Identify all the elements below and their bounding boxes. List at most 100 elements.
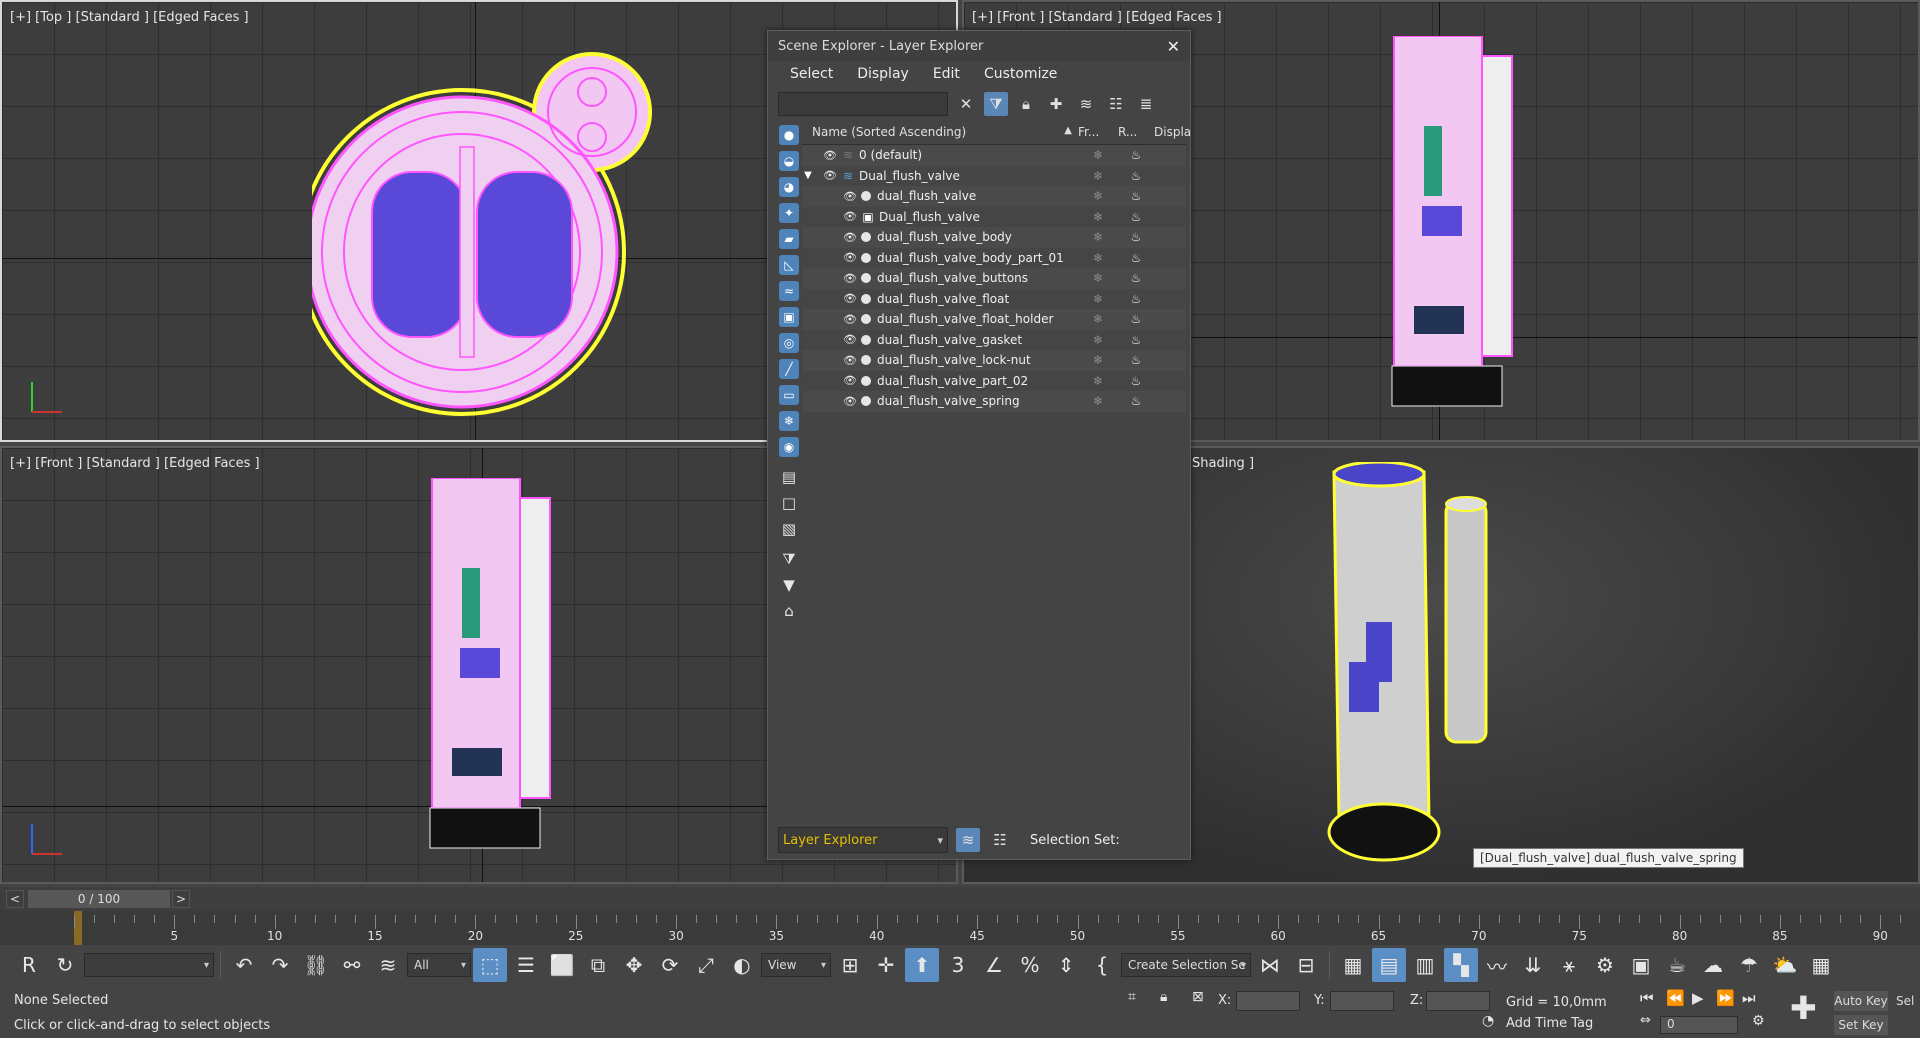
reference-coord-dropdown[interactable]: View xyxy=(761,953,831,977)
go-to-end-icon[interactable]: ⏭ xyxy=(1742,989,1756,1007)
model-front-view[interactable] xyxy=(422,478,562,858)
time-slider[interactable]: < 0 / 100 > xyxy=(0,887,1920,911)
layer-manager-icon[interactable]: ⌂ xyxy=(776,599,802,623)
render-production-icon[interactable]: ☕ xyxy=(1660,948,1694,982)
spinner-snap-icon[interactable]: ⇕ xyxy=(1049,948,1083,982)
visibility-eye-icon[interactable]: 👁︎ xyxy=(842,313,858,326)
viewport-label-top[interactable]: [+] [Top ] [Standard ] [Edged Faces ] xyxy=(10,10,249,25)
render-teapot-icon[interactable]: ♨ xyxy=(1118,292,1154,306)
visibility-eye-icon[interactable]: 👁︎ xyxy=(842,251,858,264)
frozen-icon[interactable]: ❄ xyxy=(1078,333,1118,347)
frozen-icon[interactable]: ❄ xyxy=(1078,230,1118,244)
column-render[interactable]: R... xyxy=(1118,125,1154,139)
table-row[interactable]: 👁︎ dual_flush_valve_part_02 ❄ ♨ xyxy=(802,370,1186,391)
bind-spacewarp-icon[interactable]: ≋ xyxy=(371,948,405,982)
set-key-plus-icon[interactable]: ✚ xyxy=(1790,989,1817,1027)
cameras-filter-icon[interactable]: ▰ xyxy=(776,227,802,251)
visibility-eye-icon[interactable]: 👁︎ xyxy=(842,354,858,367)
shapes-filter-icon[interactable]: ◕ xyxy=(776,175,802,199)
render-teapot-icon[interactable]: ♨ xyxy=(1118,169,1154,183)
render-activeshade-icon[interactable]: ☂ xyxy=(1732,948,1766,982)
viewport-label-perspective[interactable]: Shading ] xyxy=(1192,456,1254,471)
clear-search-icon[interactable]: ✕ xyxy=(954,92,978,116)
curve-editor-icon[interactable]: ▚ xyxy=(1444,948,1478,982)
funnel-icon[interactable]: ▼ xyxy=(776,573,802,597)
time-configuration-icon[interactable]: ⚙ xyxy=(1752,1013,1765,1029)
visibility-eye-icon[interactable]: 👁︎ xyxy=(842,374,858,387)
frozen-icon[interactable]: ❄ xyxy=(1078,394,1118,408)
visibility-eye-icon[interactable]: 👁︎ xyxy=(842,395,858,408)
table-row[interactable]: 👁︎ dual_flush_valve_gasket ❄ ♨ xyxy=(802,329,1186,350)
frozen-icon[interactable]: ❄ xyxy=(1078,312,1118,326)
table-row[interactable]: 👁︎ ≋ 0 (default) ❄ ♨ xyxy=(802,145,1186,166)
go-to-start-icon[interactable]: ⏮ xyxy=(1640,989,1654,1007)
column-name[interactable]: Name (Sorted Ascending) ▲ xyxy=(802,125,1078,139)
current-frame-marker[interactable] xyxy=(74,911,82,945)
grid-panel-icon[interactable]: ▦ xyxy=(1804,948,1838,982)
bones-filter-icon[interactable]: ╱ xyxy=(776,357,802,381)
render-setup-icon[interactable]: ⚹ xyxy=(1552,948,1586,982)
menu-display[interactable]: Display xyxy=(857,66,909,82)
xrefs-filter-icon[interactable]: ◎ xyxy=(776,331,802,355)
render-teapot-icon[interactable]: ♨ xyxy=(1118,333,1154,347)
current-frame-spinner[interactable]: 0 xyxy=(1660,1016,1738,1034)
table-row[interactable]: 👁︎ dual_flush_valve_spring ❄ ♨ xyxy=(802,391,1186,412)
pivot-center-icon[interactable]: ⊞ xyxy=(833,948,867,982)
toggle-ribbon-icon[interactable]: ▥ xyxy=(1408,948,1442,982)
render-teapot-icon[interactable]: ♨ xyxy=(1118,374,1154,388)
scale-icon[interactable]: ⤢ xyxy=(689,948,723,982)
layers-icon[interactable]: ≋ xyxy=(1074,92,1098,116)
time-prev-button[interactable]: < xyxy=(6,890,24,908)
previous-frame-icon[interactable]: ⏪ xyxy=(1666,989,1685,1007)
add-time-tag[interactable]: Add Time Tag xyxy=(1506,1016,1593,1031)
redo-icon[interactable]: ↷ xyxy=(263,948,297,982)
material-editor-icon[interactable]: ⇊ xyxy=(1516,948,1550,982)
angle-snap-icon[interactable]: ∠ xyxy=(977,948,1011,982)
mirror-icon[interactable]: ⋈ xyxy=(1253,948,1287,982)
auto-key-button[interactable]: Auto Key xyxy=(1834,991,1888,1011)
model-perspective-view[interactable] xyxy=(1324,462,1524,882)
visibility-eye-icon[interactable]: 👁︎ xyxy=(842,210,858,223)
time-slider-thumb[interactable]: 0 / 100 xyxy=(28,890,170,908)
render-teapot-icon[interactable]: ♨ xyxy=(1118,394,1154,408)
filter-toggle-icon[interactable]: ⧩ xyxy=(776,547,802,571)
render-teapot-icon[interactable]: ♨ xyxy=(1118,353,1154,367)
close-icon[interactable]: ✕ xyxy=(1167,37,1180,56)
select-by-name-list-icon[interactable]: ☰ xyxy=(509,948,543,982)
select-none-icon[interactable]: □ xyxy=(776,491,802,515)
layer-stack-icon[interactable]: ≣ xyxy=(1134,92,1158,116)
visibility-eye-icon[interactable]: 👁︎ xyxy=(842,333,858,346)
hidden-filter-icon[interactable]: ◉ xyxy=(776,435,802,459)
table-row[interactable]: 👁︎ dual_flush_valve_body ❄ ♨ xyxy=(802,227,1186,248)
visibility-eye-icon[interactable]: 👁︎ xyxy=(842,231,858,244)
menu-customize[interactable]: Customize xyxy=(984,66,1058,82)
containers-filter-icon[interactable]: ▭ xyxy=(776,383,802,407)
frozen-filter-icon[interactable]: ❄ xyxy=(776,409,802,433)
selection-filter-dropdown[interactable]: All xyxy=(407,953,471,977)
select-object-icon[interactable]: ⬚ xyxy=(473,948,507,982)
invert-selection-icon[interactable]: ▧ xyxy=(776,517,802,541)
frozen-icon[interactable]: ❄ xyxy=(1078,271,1118,285)
keyboard-shortcut-override-icon[interactable]: ⬆ xyxy=(905,948,939,982)
z-coordinate-field[interactable] xyxy=(1426,991,1490,1011)
table-row[interactable]: 👁︎ dual_flush_valve_float_holder ❄ ♨ xyxy=(802,309,1186,330)
toggle-layer-explorer-icon[interactable]: ▤ xyxy=(1372,948,1406,982)
frozen-icon[interactable]: ❄ xyxy=(1078,169,1118,183)
track-bar[interactable]: 5 10 15 20 25 30 35 40 45 50 55 60 65 70 75 80 85 90 xyxy=(0,911,1920,945)
viewport-label-front[interactable]: [+] [Front ] [Standard ] [Edged Faces ] xyxy=(10,456,260,471)
align-icon[interactable]: ⊟ xyxy=(1289,948,1323,982)
column-display[interactable]: Displa xyxy=(1154,125,1191,139)
set-key-button[interactable]: Set Key xyxy=(1834,1015,1888,1035)
scene-explorer-titlebar[interactable]: Scene Explorer - Layer Explorer ✕ xyxy=(768,31,1190,61)
render-teapot-icon[interactable]: ♨ xyxy=(1118,271,1154,285)
rendered-frame-window-icon[interactable]: ▣ xyxy=(1624,948,1658,982)
toggle-scene-explorer-icon[interactable]: ▦ xyxy=(1336,948,1370,982)
menu-select[interactable]: Select xyxy=(790,66,833,82)
display-none-icon[interactable]: ● xyxy=(776,123,802,147)
menu-edit[interactable]: Edit xyxy=(933,66,960,82)
viewport-label-front[interactable]: [+] [Front ] [Standard ] [Edged Faces ] xyxy=(972,10,1222,25)
frozen-icon[interactable]: ❄ xyxy=(1078,210,1118,224)
render-teapot-icon[interactable]: ♨ xyxy=(1118,251,1154,265)
frozen-icon[interactable]: ❄ xyxy=(1078,353,1118,367)
table-row[interactable]: 👁︎ ▣ Dual_flush_valve ❄ ♨ xyxy=(802,206,1186,227)
